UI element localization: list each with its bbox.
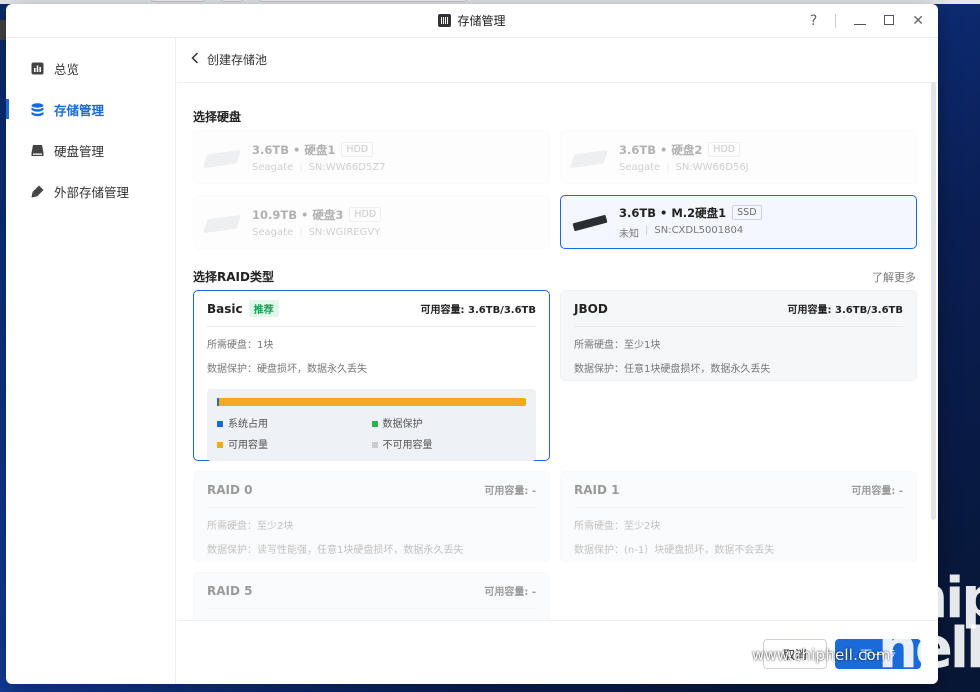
sidebar-item-label: 硬盘管理 (54, 144, 105, 159)
disk-brand: Seagate (619, 161, 661, 173)
sidebar-item-label: 外部存储管理 (54, 185, 130, 200)
storage-manager-window: 存储管理 ? ✕ 总览 存储管理 硬盘管理 外部存储管理 创建存储池 选择硬盘 … (6, 4, 938, 684)
disk-card-selected[interactable]: 3.6TB • M.2硬盘1 SSD 未知 | SN:CXDL5001804 (560, 195, 917, 249)
disk-title: 3.6TB • 硬盘1 (252, 142, 336, 157)
sidebar: 总览 存储管理 硬盘管理 外部存储管理 (6, 38, 176, 684)
chiphell-logo: chiphell (878, 566, 980, 682)
raid-name: RAID 0 (207, 482, 253, 497)
raid-capacity: 可用容量: - (484, 587, 536, 598)
raid-name: JBOD (574, 301, 608, 316)
storage-app-icon (438, 14, 452, 27)
site-watermark: www.chiphell.com (752, 646, 891, 664)
disk-brand: Seagate (252, 226, 294, 238)
background-window-tab (220, 0, 244, 2)
window-title: 存储管理 (457, 14, 506, 28)
disk-serial: SN:WGIREGVY (308, 226, 381, 238)
ssd-icon (571, 211, 608, 233)
disk-brand: 未知 (619, 228, 639, 240)
capacity-bar-system (217, 398, 219, 406)
help-button[interactable]: ? (810, 14, 817, 28)
usb-icon (30, 185, 44, 199)
raid-protection: 数据保护：硬盘损坏，数据永久丢失 (207, 364, 367, 375)
disk-serial: SN:WW66D56J (675, 161, 749, 173)
minimize-icon (854, 24, 867, 25)
scrollbar[interactable] (931, 82, 936, 520)
disk-section-title: 选择硬盘 (193, 110, 242, 124)
background-window-tab (258, 0, 468, 2)
title-bar[interactable]: 存储管理 ? ✕ (6, 4, 938, 38)
chevron-left-icon (191, 52, 199, 67)
hdd-icon (202, 211, 242, 234)
header-divider (177, 82, 938, 83)
disk-title: 3.6TB • M.2硬盘1 (619, 205, 727, 220)
disk-type-tag: SSD (732, 205, 762, 220)
recommended-badge: 推荐 (248, 300, 279, 317)
disk-card: 3.6TB • 硬盘1 HDD Seagate | SN:WW66D5Z7 (193, 130, 550, 184)
sidebar-item-label: 总览 (54, 62, 80, 77)
background-window-tab (150, 0, 206, 2)
capacity-bar (217, 398, 526, 406)
disk-type-tag: HDD (349, 207, 382, 222)
learn-more-link[interactable]: 了解更多 (872, 269, 916, 285)
raid-protection: 数据保护：任意1块硬盘损坏，数据永久丢失 (574, 364, 771, 375)
raid-required-disks: 所需硬盘：至少1块 (574, 340, 661, 351)
raid-name: RAID 1 (574, 482, 620, 497)
sidebar-item-overview[interactable]: 总览 (6, 48, 175, 89)
raid-required-disks: 所需硬盘：至少2块 (207, 521, 294, 532)
maximize-icon (884, 15, 895, 25)
disk-card: 3.6TB • 硬盘2 HDD Seagate | SN:WW66D56J (560, 130, 917, 184)
legend-available: 可用容量 (217, 436, 372, 451)
maximize-button[interactable] (884, 14, 895, 28)
legend-system: 系统占用 (217, 415, 372, 430)
raid-section-title: 选择RAID类型 (193, 270, 274, 284)
sidebar-item-label: 存储管理 (54, 103, 105, 118)
disk-card: 10.9TB • 硬盘3 HDD Seagate | SN:WGIREGVY (193, 195, 550, 249)
disk-type-tag: HDD (341, 142, 374, 157)
disk-serial: SN:WW66D5Z7 (308, 161, 386, 173)
minimize-button[interactable] (854, 14, 867, 28)
disk-type-tag: HDD (708, 142, 741, 157)
raid-capacity: 可用容量: - (851, 486, 903, 497)
raid-option-raid1: RAID 1 可用容量: - 所需硬盘：至少2块 数据保护：(n-1）块硬盘损坏… (560, 471, 917, 562)
legend-unavailable: 不可用容量 (371, 436, 527, 451)
controls-divider (835, 14, 837, 28)
raid-option-basic[interactable]: Basic 推荐 可用容量: 3.6TB/3.6TB 所需硬盘：1块 数据保护：硬… (193, 290, 550, 461)
hdd-icon (569, 146, 609, 169)
close-button[interactable]: ✕ (912, 14, 924, 28)
raid-option-raid0: RAID 0 可用容量: - 所需硬盘：至少2块 数据保护：读写性能强，任意1块… (193, 471, 550, 562)
capacity-panel: 系统占用 数据保护 可用容量 不可用容量 (207, 389, 536, 461)
page-title: 创建存储池 (207, 53, 268, 67)
sidebar-item-external[interactable]: 外部存储管理 (6, 171, 175, 212)
raid-required-disks: 所需硬盘：至少2块 (574, 521, 661, 532)
raid-name: RAID 5 (207, 583, 253, 598)
raid-name: Basic (207, 301, 243, 316)
raid-protection: 数据保护：读写性能强，任意1块硬盘损坏，数据永久丢失 (207, 545, 464, 556)
sidebar-item-disks[interactable]: 硬盘管理 (6, 130, 175, 171)
main-content: 创建存储池 选择硬盘 3.6TB • 硬盘1 HDD Seagate | SN:WW6… (177, 38, 938, 684)
raid-capacity: 可用容量: - (484, 486, 536, 497)
disk-brand: Seagate (252, 161, 294, 173)
back-breadcrumb[interactable]: 创建存储池 (191, 51, 267, 68)
legend-protection: 数据保护 (371, 415, 527, 430)
database-icon (30, 102, 44, 117)
disk-title: 10.9TB • 硬盘3 (252, 207, 344, 222)
disk-serial: SN:CXDL5001804 (654, 224, 744, 236)
raid-protection: 数据保护：(n-1）块硬盘损坏，数据不会丢失 (574, 545, 775, 556)
raid-capacity: 可用容量: 3.6TB/3.6TB (787, 305, 903, 316)
hdd-icon (202, 146, 242, 169)
disk-icon (30, 144, 44, 158)
sidebar-item-storage[interactable]: 存储管理 (6, 89, 175, 130)
raid-capacity: 可用容量: 3.6TB/3.6TB (420, 305, 536, 316)
chart-icon (30, 62, 44, 76)
raid-option-jbod[interactable]: JBOD 可用容量: 3.6TB/3.6TB 所需硬盘：至少1块 数据保护：任意… (560, 290, 917, 381)
raid-required-disks: 所需硬盘：1块 (207, 340, 274, 351)
disk-title: 3.6TB • 硬盘2 (619, 142, 703, 157)
